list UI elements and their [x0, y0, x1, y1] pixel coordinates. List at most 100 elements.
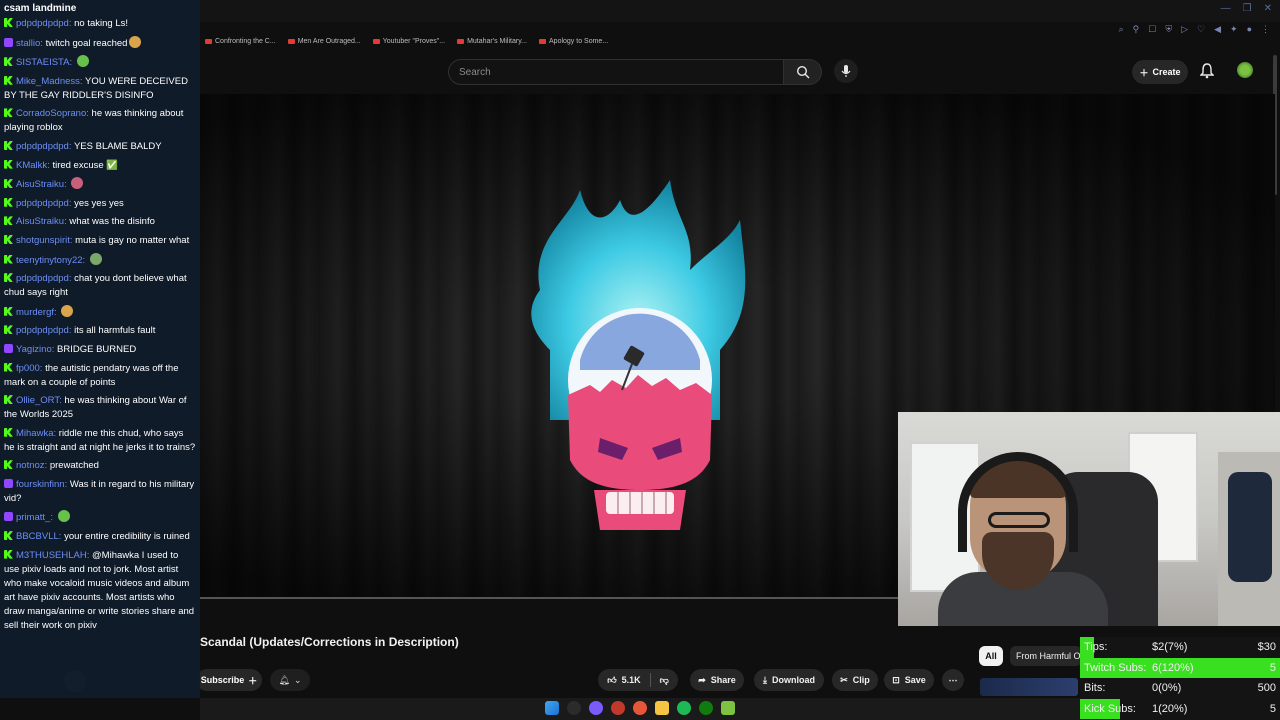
subscribe-button[interactable]: Subscribe ＋	[196, 669, 262, 691]
heart-icon[interactable]: ♡	[1197, 24, 1205, 35]
chat-username[interactable]: stallio	[16, 38, 40, 49]
kick-logo-icon	[4, 325, 13, 335]
menu-dots-icon[interactable]: ⋮	[1261, 24, 1270, 35]
voice-search-button[interactable]	[834, 59, 858, 83]
more-actions-button[interactable]: ⋯	[942, 669, 964, 691]
chat-message: KMalkk: tired excuse ✅	[4, 159, 196, 173]
close-icon[interactable]: ✕	[1264, 3, 1272, 14]
chat-username[interactable]: notnoz	[16, 460, 45, 471]
youtube-favicon-icon	[372, 39, 380, 44]
chat-username[interactable]: pdpdpdpdpd	[16, 273, 69, 284]
shield-icon[interactable]: ⛨	[1165, 24, 1172, 35]
filter-chip-all[interactable]: All	[979, 646, 1003, 666]
kick-logo-icon	[4, 306, 13, 316]
windows-start-icon[interactable]	[545, 701, 559, 715]
chat-username[interactable]: M3THUSEHLAH	[16, 550, 87, 561]
zoom-icon[interactable]: ⌕	[1119, 24, 1124, 35]
app-icon-browser[interactable]	[633, 701, 647, 715]
thumbs-down-icon[interactable]: 👎︎	[660, 675, 669, 686]
kick-logo-icon	[4, 159, 13, 169]
user-icon[interactable]: ●	[1247, 24, 1252, 35]
chat-username[interactable]: BBCBVLL	[16, 531, 59, 542]
pin-icon[interactable]: ⚲	[1133, 24, 1140, 35]
chat-username[interactable]: Ollie_ORT	[16, 395, 59, 406]
bookmark-item[interactable]: Apology to Some...	[539, 38, 608, 45]
thumbs-up-icon[interactable]: 👍︎	[607, 675, 616, 686]
notification-settings-button[interactable]: 🔔︎ ⌄	[270, 669, 310, 691]
chat-username[interactable]: AisuStraiku	[16, 179, 64, 190]
chat-username[interactable]: KMalkk	[16, 160, 47, 171]
chat-username[interactable]: SISTAEISTA	[16, 57, 70, 68]
chat-message: pdpdpdpdpd: no taking Ls!	[4, 17, 196, 31]
app-icon-spotify[interactable]	[677, 701, 691, 715]
chat-username[interactable]: Mihawka	[16, 428, 54, 439]
filter-chip-from-channel[interactable]: From Harmful O	[1010, 646, 1082, 666]
chat-username[interactable]: Yagizino	[16, 344, 52, 355]
chat-emote-icon	[76, 55, 89, 68]
kick-logo-icon	[4, 460, 13, 470]
create-label: Create	[1152, 67, 1181, 77]
goal-value: 0(0%)	[1152, 682, 1182, 695]
search-button[interactable]	[784, 59, 822, 85]
chat-emote-icon	[129, 35, 142, 48]
chat-username[interactable]: fp000	[16, 363, 40, 374]
chat-username[interactable]: Mike_Madness	[16, 76, 80, 87]
chat-username[interactable]: pdpdpdpdpd	[16, 141, 69, 152]
bookmark-item[interactable]: Confronting the C...	[205, 38, 276, 45]
like-count[interactable]: 5.1K	[622, 675, 641, 685]
chat-username[interactable]: CorradoSoprano	[16, 108, 86, 119]
taskbar-search-icon[interactable]	[567, 701, 581, 715]
video-progress-bar[interactable]	[200, 597, 900, 599]
chat-message: murdergf:	[4, 304, 196, 320]
play-icon[interactable]: ▷	[1181, 24, 1188, 35]
chat-username[interactable]: pdpdpdpdpd	[16, 325, 69, 336]
puzzle-icon[interactable]: ✦	[1230, 24, 1238, 35]
chat-message: Mike_Madness: YOU WERE DECEIVED BY THE G…	[4, 75, 196, 103]
share-icon: ➦	[698, 674, 706, 685]
save-button[interactable]: ⊡ Save	[884, 669, 934, 691]
maximize-icon[interactable]: ❐	[1243, 3, 1252, 14]
youtube-favicon-icon	[205, 39, 212, 44]
kick-logo-icon	[4, 197, 13, 207]
app-icon-files[interactable]	[655, 701, 669, 715]
chat-username[interactable]: pdpdpdpdpd	[16, 198, 69, 209]
account-avatar[interactable]	[1237, 62, 1253, 78]
kick-logo-icon	[4, 395, 13, 405]
chat-username[interactable]: fourskinfinn	[16, 479, 65, 490]
recommended-video-thumbnail[interactable]	[980, 678, 1078, 696]
extension-toolbar: ⌕ ⚲ ☐ ⛨ ▷ ♡ ◀ ✦ ● ⋮	[1119, 24, 1270, 35]
chat-username[interactable]: pdpdpdpdpd	[16, 18, 69, 29]
chat-username[interactable]: AisuStraiku	[16, 216, 64, 227]
app-icon-obs[interactable]	[611, 701, 625, 715]
app-icon-misc[interactable]	[721, 701, 735, 715]
minimize-icon[interactable]: —	[1221, 3, 1231, 14]
chat-text: @Mihawka I used to use pixiv loads and n…	[4, 549, 195, 631]
goal-label: Twitch Subs:	[1084, 661, 1147, 674]
clip-button[interactable]: ✂ Clip	[832, 669, 878, 691]
chat-username[interactable]: murdergf	[16, 307, 54, 318]
bookmark-item[interactable]: Mutahar's Military...	[457, 38, 527, 45]
subscribe-label: Subscribe	[200, 675, 245, 685]
kick-logo-icon	[4, 549, 13, 559]
chat-username[interactable]: shotgunspirit	[16, 235, 70, 246]
chat-text: tired excuse ✅	[52, 159, 119, 171]
create-button[interactable]: ＋ Create	[1132, 60, 1188, 84]
goal-label: Bits:	[1084, 682, 1106, 695]
chat-message: Mihawka: riddle me this chud, who says h…	[4, 427, 196, 455]
chat-username[interactable]: primatt_	[16, 512, 50, 523]
app-icon-xbox[interactable]	[699, 701, 713, 715]
share-button[interactable]: ➦ Share	[690, 669, 744, 691]
video-title: Scandal (Updates/Corrections in Descript…	[200, 635, 459, 649]
download-button[interactable]: ⤓ Download	[754, 669, 824, 691]
app-icon-discord[interactable]	[589, 701, 603, 715]
search-input[interactable]: Search	[448, 59, 784, 85]
bookmark-icon[interactable]: ☐	[1148, 24, 1156, 35]
chat-username[interactable]: teenytinytony22	[16, 255, 83, 266]
twitch-logo-icon	[4, 512, 13, 522]
notifications-bell-icon[interactable]	[1200, 63, 1214, 79]
speaker-icon[interactable]: ◀	[1214, 24, 1221, 35]
bookmark-item[interactable]: Youtuber "Proves"...	[372, 38, 445, 45]
goal-row: Tips: $2(7%) $30	[1080, 637, 1280, 658]
goal-target: 500	[1257, 682, 1276, 695]
bookmark-item[interactable]: Men Are Outraged...	[287, 38, 361, 45]
